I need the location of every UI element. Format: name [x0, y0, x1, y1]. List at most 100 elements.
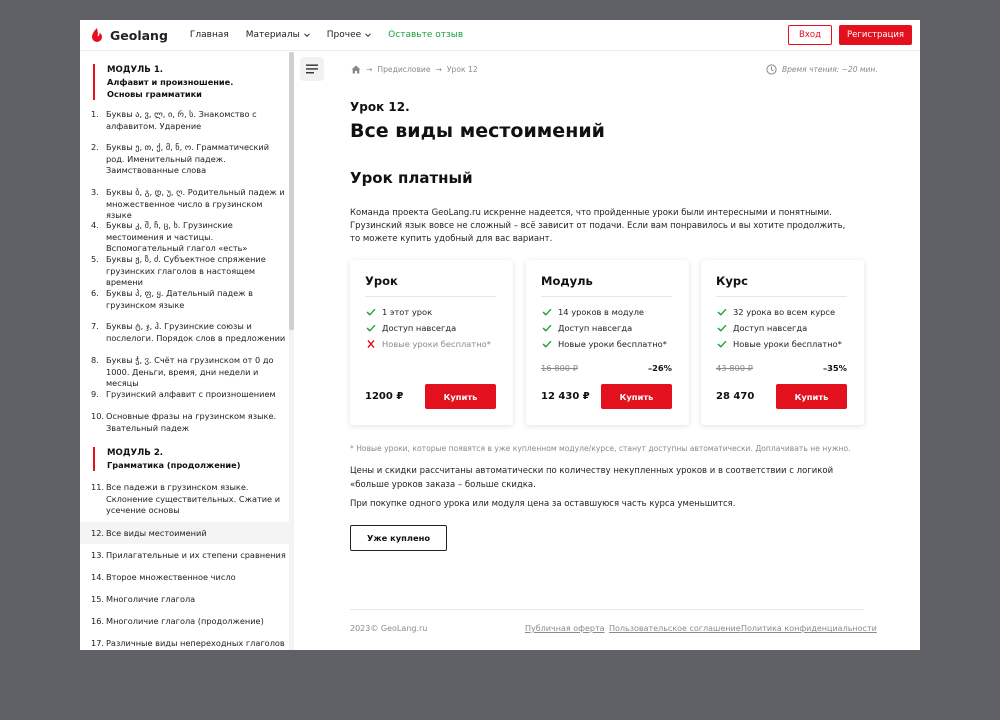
sidebar-lesson-5[interactable]: 5. Буквы ჟ, ზ, ძ. Субъектное спряжение гр…	[91, 254, 287, 289]
clock-icon	[766, 64, 777, 75]
lesson-number: 5.	[91, 254, 99, 264]
sidebar-lesson-1[interactable]: 1. Буквы ა, ვ, ლ, ი, რ, ს. Знакомство с а…	[91, 109, 287, 132]
chevron-down-icon	[365, 33, 372, 38]
buy-module-button[interactable]: Купить	[601, 384, 672, 409]
nav-item-materials[interactable]: Материалы	[246, 30, 310, 40]
nav-item-home[interactable]: Главная	[190, 30, 229, 40]
feature-text: 32 урока во всем курсе	[733, 307, 836, 317]
nav-label: Материалы	[245, 30, 300, 40]
feature-text: Доступ навсегда	[558, 323, 633, 333]
card-divider	[365, 296, 496, 297]
cross-icon	[367, 340, 375, 348]
lesson-title: Буквы კ, შ, ჩ, ც, ხ. Грузинские местоиме…	[106, 220, 248, 253]
check-icon	[717, 324, 727, 332]
check-icon	[366, 308, 376, 316]
feature-text: Доступ навсегда	[733, 323, 808, 333]
sidebar-lesson-4[interactable]: 4. Буквы კ, შ, ჩ, ც, ხ. Грузинские местои…	[91, 220, 287, 255]
lesson-number: 3.	[91, 187, 99, 197]
module-title: МОДУЛЬ 2.	[107, 448, 164, 458]
login-button[interactable]: Вход	[788, 25, 832, 45]
read-time: Время чтения: ~20 мин.	[766, 64, 878, 75]
sidebar-lesson-6[interactable]: 6. Буквы პ, ფ, ყ. Дательный падеж в грузи…	[91, 288, 287, 311]
lesson-number-heading: Урок 12.	[350, 100, 410, 114]
sidebar-lesson-16[interactable]: 16. Многоличие глагола (продолжение)	[91, 616, 287, 628]
card-feature: Доступ навсегда	[542, 323, 632, 333]
footer-link-agreement[interactable]: Пользовательское соглашение	[609, 624, 741, 633]
breadcrumb-item-current: Урок 12	[446, 65, 478, 74]
sidebar-lesson-9[interactable]: 9. Грузинский алфавит с произношением	[91, 389, 287, 401]
card-title: Курс	[716, 274, 748, 288]
breadcrumb: → Предисловие → Урок 12	[351, 65, 478, 74]
lesson-number: 11.	[91, 482, 105, 492]
pricing-explanation: Цены и скидки рассчитаны автоматически п…	[350, 466, 834, 490]
module-subtitle: Основы грамматики	[107, 89, 202, 99]
card-feature: Доступ навсегда	[366, 323, 456, 333]
check-icon	[542, 324, 552, 332]
card-feature: Доступ навсегда	[717, 323, 807, 333]
sidebar-lesson-12-active[interactable]: 12. Все виды местоимений	[91, 528, 287, 540]
card-price: 1200 ₽	[365, 391, 404, 402]
logo[interactable]: Geolang	[90, 27, 168, 43]
card-feature: Новые уроки бесплатно*	[717, 339, 842, 349]
lesson-title: Второе множественное число	[106, 572, 236, 582]
lesson-number: 2.	[91, 142, 99, 152]
buy-lesson-button[interactable]: Купить	[425, 384, 496, 409]
chevron-down-icon	[303, 33, 310, 38]
lesson-title: Буквы ა, ვ, ლ, ი, რ, ს. Знакомство с алф…	[106, 109, 257, 131]
sidebar-lesson-7[interactable]: 7. Буквы ტ, ჯ, ჰ. Грузинские союзы и посл…	[91, 321, 287, 344]
card-old-price: 43 800 ₽	[716, 363, 753, 373]
check-icon	[542, 340, 552, 348]
app-window: Geolang Главная Материалы Прочее Оставьт…	[80, 20, 920, 650]
breadcrumb-separator: →	[435, 65, 442, 74]
nav-item-feedback[interactable]: Оставьте отзыв	[388, 30, 463, 40]
breadcrumb-item-preface[interactable]: Предисловие	[377, 65, 430, 74]
menu-icon	[306, 64, 318, 74]
card-divider	[716, 296, 847, 297]
feature-text: Новые уроки бесплатно*	[733, 339, 842, 349]
already-bought-button[interactable]: Уже куплено	[350, 525, 447, 551]
sidebar-lesson-11[interactable]: 11. Все падежи в грузинском языке. Склоне…	[91, 482, 287, 517]
card-title: Урок	[365, 274, 398, 288]
card-feature: Новые уроки бесплатно*	[542, 339, 667, 349]
register-button[interactable]: Регистрация	[839, 25, 912, 45]
lesson-title: Буквы ბ, გ, დ, უ, ღ. Родительный падеж и…	[106, 187, 285, 220]
check-icon	[542, 308, 552, 316]
card-old-price: 16 800 ₽	[541, 363, 578, 373]
sidebar-scrollbar-thumb[interactable]	[289, 52, 294, 330]
sidebar-toggle-button[interactable]	[300, 57, 324, 81]
module-title: МОДУЛЬ 1.	[107, 65, 164, 75]
card-title: Модуль	[541, 274, 593, 288]
sidebar-lesson-3[interactable]: 3. Буквы ბ, გ, დ, უ, ღ. Родительный падеж…	[91, 187, 287, 222]
check-icon	[717, 308, 727, 316]
card-price: 12 430 ₽	[541, 391, 590, 402]
card-price: 28 470	[716, 391, 755, 402]
lesson-number: 17.	[91, 638, 105, 648]
footer-link-offer[interactable]: Публичная оферта	[525, 624, 605, 633]
module-2-header[interactable]: МОДУЛЬ 2. Грамматика (продолжение)	[93, 447, 240, 471]
lesson-number: 8.	[91, 355, 99, 365]
card-feature: 1 этот урок	[366, 307, 432, 317]
sidebar-lesson-8[interactable]: 8. Буквы ჭ, ჳ. Счёт на грузинском от 0 до…	[91, 355, 287, 390]
sidebar-lesson-14[interactable]: 14. Второе множественное число	[91, 572, 287, 584]
module-subtitle: Алфавит и произношение.	[107, 77, 234, 87]
top-header: Geolang Главная Материалы Прочее Оставьт…	[80, 20, 920, 51]
lesson-number: 14.	[91, 572, 105, 582]
sidebar-lesson-15[interactable]: 15. Многоличие глагола	[91, 594, 287, 606]
footer-link-privacy[interactable]: Политика конфиденциальности	[741, 624, 877, 633]
nav-item-other[interactable]: Прочее	[327, 30, 372, 40]
buy-course-button[interactable]: Купить	[776, 384, 847, 409]
sidebar-lesson-2[interactable]: 2. Буквы ე, თ, ქ, მ, ნ, ო. Грамматический…	[91, 142, 287, 177]
module-1-header[interactable]: МОДУЛЬ 1. Алфавит и произношение. Основы…	[93, 64, 233, 100]
home-icon[interactable]	[351, 65, 361, 74]
lesson-number: 4.	[91, 220, 99, 230]
pricing-card-course: Курс 32 урока во всем курсе Доступ навсе…	[701, 260, 864, 425]
lesson-number: 16.	[91, 616, 105, 626]
sidebar-lesson-13[interactable]: 13. Прилагательные и их степени сравнения	[91, 550, 287, 562]
feature-text: Новые уроки бесплатно*	[558, 339, 667, 349]
lesson-title: Буквы ჟ, ზ, ძ. Субъектное спряжение груз…	[106, 254, 266, 287]
feature-text: 1 этот урок	[382, 307, 433, 317]
intro-text: Команда проекта GeoLang.ru искренне наде…	[350, 208, 846, 245]
sidebar-lesson-10[interactable]: 10. Основные фразы на грузинском языке. З…	[91, 411, 287, 434]
sidebar-lesson-17[interactable]: 17. Различные виды непереходных глаголов	[91, 638, 287, 650]
feature-text: 14 уроков в модуле	[558, 307, 644, 317]
